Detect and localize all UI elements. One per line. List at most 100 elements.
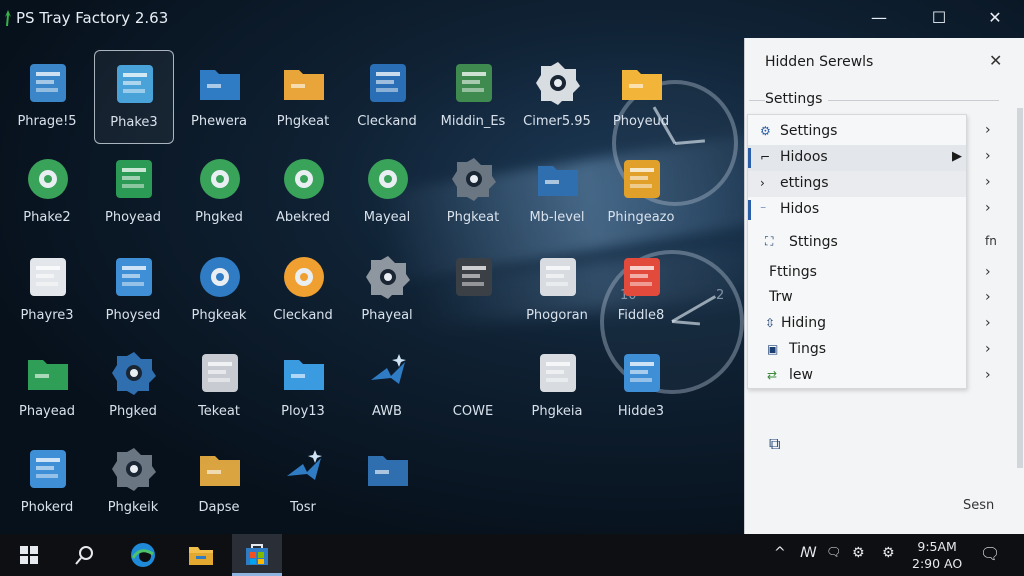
taskbar-file-explorer[interactable]: [176, 534, 226, 576]
tray-icon-tile[interactable]: Phokerd: [8, 436, 86, 528]
tray-icon-label: Phgkeak: [191, 308, 247, 323]
hidden-icons-panel: Hidden Serewls ✕ Settings ⚙ Settings ⌐ H…: [744, 38, 1024, 534]
tray-icon-label: Phgkeat: [276, 114, 330, 129]
clock-hand: [674, 139, 706, 145]
calendar-grid-icon: [535, 350, 581, 396]
tray-icon-tile[interactable]: Middin_Es: [434, 50, 512, 142]
system-clock[interactable]: 9:5AM 2:90 AO: [912, 538, 962, 572]
tray-icon-tile[interactable]: Phgked: [180, 146, 258, 238]
green-disc-icon: [365, 156, 411, 202]
panel-title: Hidden Serewls: [765, 54, 874, 70]
show-hidden-icons-chevron[interactable]: ^: [774, 545, 786, 561]
tray-icon-label: Phrage!5: [17, 114, 77, 129]
t-card-icon: [451, 60, 497, 106]
tray-icon-tile[interactable]: Mb-level: [518, 146, 596, 238]
panel-item-label[interactable]: Fttings: [769, 264, 817, 280]
taskbar: ^ ꟿ 🗨 ⚙ ⚙ 9:5AM 2:90 AO 🗨: [0, 534, 1024, 576]
selection-accent: [748, 200, 751, 220]
start-button[interactable]: [4, 534, 54, 576]
image-icon: ▣: [767, 342, 779, 356]
tray-icon-tile[interactable]: Abekred: [264, 146, 342, 238]
panel-item-label[interactable]: Sttings: [789, 234, 838, 250]
tray-icon-tile[interactable]: Phoysed: [94, 244, 172, 336]
phone-folder-icon: [197, 60, 243, 106]
settings-tray-icon[interactable]: ⚙: [852, 545, 865, 561]
tray-icon-tile[interactable]: Phayre3: [8, 244, 86, 336]
tray-icon-tile[interactable]: Phgkeat: [264, 50, 342, 142]
tray-icon-tile[interactable]: Phoyead: [94, 146, 172, 238]
chevron-right-icon: ›: [985, 341, 991, 357]
search-button[interactable]: [60, 534, 110, 576]
window-restore-icon[interactable]: ⧉: [769, 434, 780, 454]
edge-icon: [131, 543, 155, 567]
security-tray-icon[interactable]: ⚙: [882, 545, 895, 561]
settings-icon: ⚙: [760, 124, 771, 138]
tray-icon-tile[interactable]: Fiddle8: [602, 244, 680, 336]
tray-icon-tile[interactable]: Cleckand: [348, 50, 426, 142]
tray-icon-tile[interactable]: Hidde3: [602, 340, 680, 432]
tray-icon-tile[interactable]: Phake2: [8, 146, 86, 238]
sparkle-arrow-icon: [365, 350, 411, 396]
tray-icon-tile[interactable]: Tekeat: [180, 340, 258, 432]
menu-item-hidoos[interactable]: ⌐ Hidoos ▶: [748, 145, 966, 171]
tray-icon-label: Tekeat: [198, 404, 240, 419]
panel-item-label[interactable]: Tings: [789, 341, 826, 357]
arrows-icon: ⇄: [767, 368, 778, 382]
tray-icon-tile[interactable]: COWE: [434, 340, 512, 432]
tray-icon-tile[interactable]: Mayeal: [348, 146, 426, 238]
notification-center-icon[interactable]: 🗨: [980, 544, 1000, 563]
clock-number: 2: [716, 288, 725, 303]
blue-page-icon: [111, 254, 157, 300]
tray-icon-tile[interactable]: Tosr: [264, 436, 342, 528]
tray-document-icon: [25, 60, 71, 106]
clock-date: 2:90 AO: [912, 556, 963, 571]
tray-icon-label: Dapse: [198, 500, 240, 515]
panel-item-shortcut: fn: [985, 234, 997, 248]
menu-item-label: Settings: [780, 123, 838, 139]
menu-item-hidos[interactable]: ⁻ Hidos: [748, 197, 966, 223]
network-icon[interactable]: ꟿ: [800, 545, 817, 561]
tray-icon-label: Mb-level: [529, 210, 585, 225]
panel-close-button[interactable]: ✕: [989, 51, 1002, 70]
tray-icon-tile[interactable]: Phayeal: [348, 244, 426, 336]
close-button[interactable]: ✕: [972, 6, 1018, 30]
tray-icon-tile[interactable]: [434, 244, 512, 336]
tray-icon-tile[interactable]: Phingeazo: [602, 146, 680, 238]
tray-icon-tile[interactable]: Phgked: [94, 340, 172, 432]
tray-icon-tile[interactable]: Phayead: [8, 340, 86, 432]
title-bar: PS Tray Factory 2.63 — ☐ ✕: [0, 0, 1024, 36]
tray-icon-tile[interactable]: Phewera: [180, 50, 258, 142]
tray-icon-label: Phokerd: [20, 500, 74, 515]
tray-icon-tile[interactable]: Dapse: [180, 436, 258, 528]
green-sheet-icon: [111, 156, 157, 202]
taskbar-ps-tray-factory[interactable]: [232, 534, 282, 576]
tray-icon-tile[interactable]: Phgkeia: [518, 340, 596, 432]
panel-item-label[interactable]: Trw: [769, 289, 793, 305]
panel-item-label[interactable]: Hiding: [781, 315, 826, 331]
menu-item-settings[interactable]: ⚙ Settings: [748, 119, 966, 145]
tray-icon-tile[interactable]: AWB: [348, 340, 426, 432]
tray-icon-tile[interactable]: Phgkeak: [180, 244, 258, 336]
chevron-right-icon: ›: [985, 122, 991, 138]
filter-icon: ⇳: [765, 316, 776, 330]
tray-icon-label: Phoyead: [105, 210, 161, 225]
panel-footer-text: Sesn: [963, 498, 995, 513]
tray-icon-tile[interactable]: Phake3: [94, 50, 174, 144]
scrollbar[interactable]: [1017, 108, 1023, 468]
tray-icon-tile[interactable]: Ploy13: [264, 340, 342, 432]
tray-icon-tile[interactable]: [348, 436, 426, 528]
minimize-button[interactable]: —: [856, 6, 902, 30]
maximize-button[interactable]: ☐: [916, 6, 962, 30]
tray-icon-tile[interactable]: Phogoran: [518, 244, 596, 336]
tray-icon-tile[interactable]: Phrage!5: [8, 50, 86, 142]
tray-icon-tile[interactable]: Phgkeik: [94, 436, 172, 528]
tray-icon-tile[interactable]: Phoyeud: [602, 50, 680, 142]
tray-icon-tile[interactable]: Phgkeat: [434, 146, 512, 238]
chat-icon[interactable]: 🗨: [826, 545, 841, 559]
tray-icon-label: Phoysed: [105, 308, 161, 323]
tray-icon-tile[interactable]: Cleckand: [264, 244, 342, 336]
panel-item-label[interactable]: lew: [789, 367, 813, 383]
tray-icon-tile[interactable]: Cimer5.95: [518, 50, 596, 142]
menu-item-ettings[interactable]: › ettings: [748, 171, 966, 197]
taskbar-edge[interactable]: [118, 534, 168, 576]
